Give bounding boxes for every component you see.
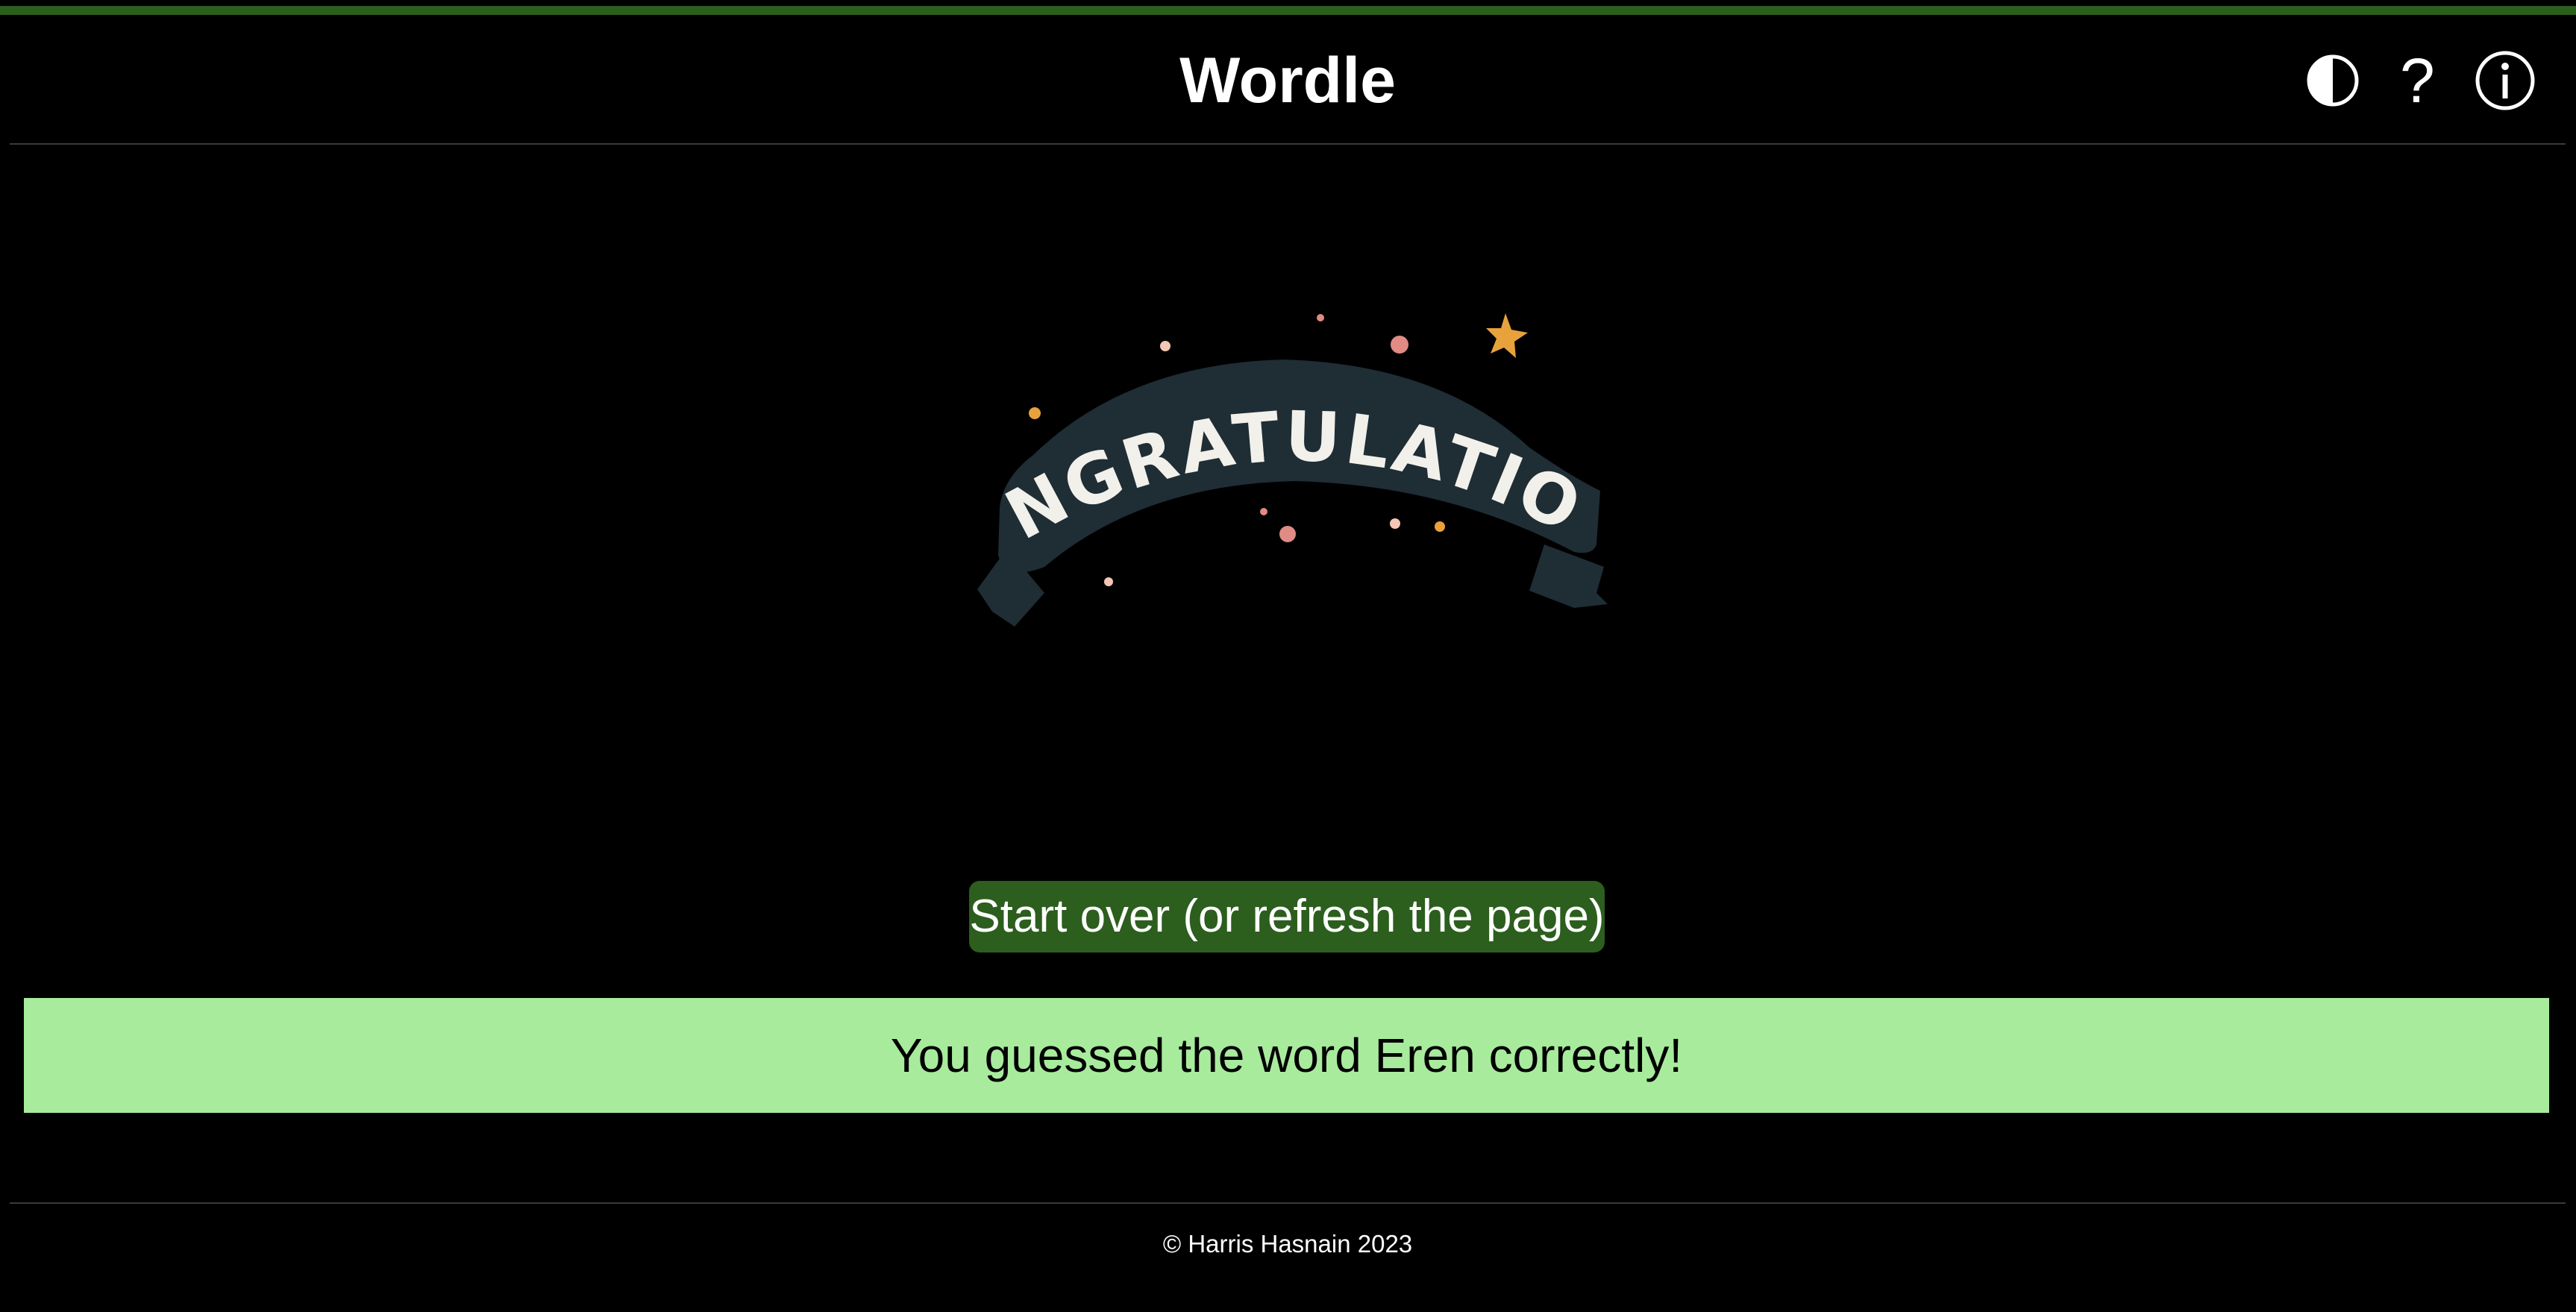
header-icon-group: ? <box>2306 43 2536 118</box>
confetti-dot <box>1317 314 1324 321</box>
contrast-icon <box>2307 54 2359 107</box>
confetti-dot <box>1260 508 1267 515</box>
info-button[interactable] <box>2475 50 2536 111</box>
confetti-dot <box>1029 407 1041 419</box>
app-header: Wordle ? <box>10 15 2566 145</box>
wordle-page: Wordle ? NGRATULATIO Start over (or refr… <box>0 0 2576 1312</box>
confetti-dot <box>1435 521 1445 532</box>
copyright-text: © Harris Hasnain 2023 <box>1162 1230 1413 1258</box>
info-icon <box>2475 51 2535 110</box>
help-icon: ? <box>2400 45 2435 116</box>
congratulations-banner: CONGRATULATIONS <box>932 235 1619 649</box>
app-title: Wordle <box>1179 45 1396 116</box>
confetti-dot <box>1391 336 1408 354</box>
congratulations-illustration: CONGRATULATIONS <box>932 235 1608 627</box>
confetti-dot <box>1279 526 1296 542</box>
ribbon-right-tail <box>1529 544 1608 608</box>
result-message: You guessed the word Eren correctly! <box>24 998 2549 1113</box>
confetti-star <box>1486 313 1528 358</box>
help-button[interactable]: ? <box>2400 45 2435 116</box>
start-over-button[interactable]: Start over (or refresh the page) <box>969 881 1605 952</box>
confetti-dot <box>1104 577 1113 586</box>
confetti-dot <box>1160 341 1171 351</box>
top-accent-bar <box>0 6 2576 15</box>
theme-toggle-button[interactable] <box>2306 54 2360 107</box>
confetti-dot <box>1390 518 1400 529</box>
app-footer: © Harris Hasnain 2023 <box>10 1202 2566 1312</box>
